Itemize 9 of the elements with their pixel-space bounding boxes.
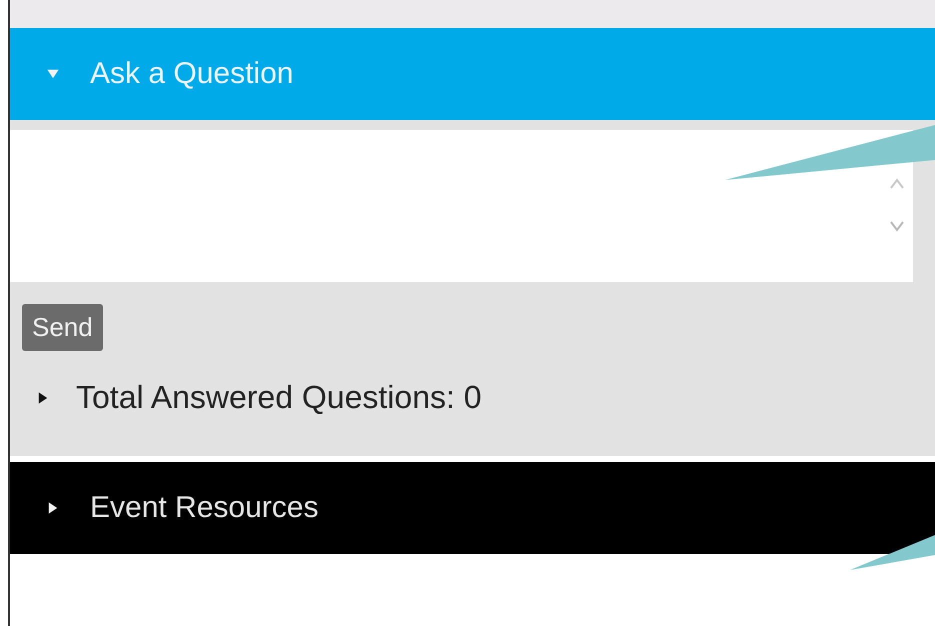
- caret-icon: [36, 390, 50, 404]
- answered-toggle[interactable]: Total Answered Questions: 0: [36, 379, 935, 416]
- panel-header[interactable]: Event Resources: [10, 462, 935, 554]
- send-button[interactable]: Send: [22, 304, 103, 351]
- question-field[interactable]: [10, 130, 913, 282]
- caret-icon: [46, 67, 60, 81]
- panel-title: Event Resources: [90, 491, 318, 525]
- caret-icon: [46, 501, 60, 515]
- panel-title: Ask a Question: [90, 57, 294, 91]
